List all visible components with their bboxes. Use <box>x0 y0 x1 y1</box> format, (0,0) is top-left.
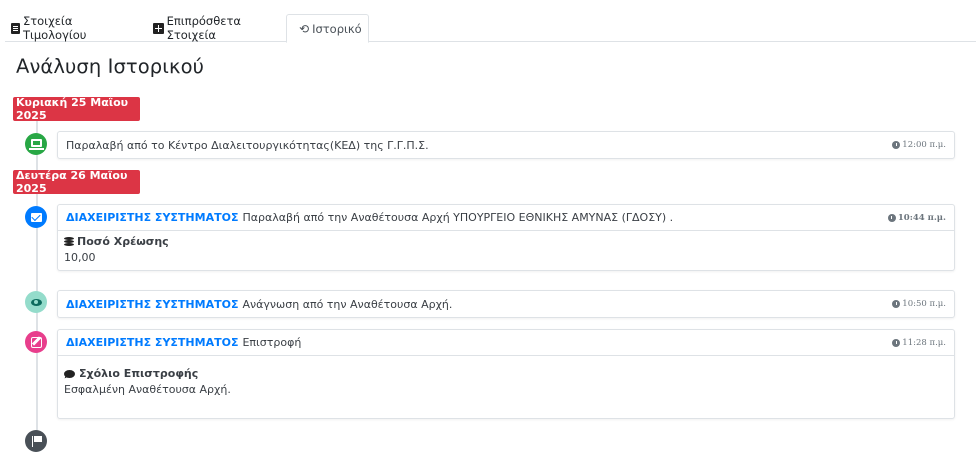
flag-icon <box>31 436 42 447</box>
timeline-end-marker <box>25 430 47 452</box>
event-time-text: 10:44 π.μ. <box>897 213 946 223</box>
tab-label: Ιστορικό <box>312 21 362 36</box>
event-marker <box>25 291 47 313</box>
edit-icon <box>30 336 42 348</box>
comment-icon <box>64 369 75 378</box>
event-time-text: 10:50 π.μ. <box>902 299 946 309</box>
event-marker <box>25 206 47 228</box>
page-title: Ανάλυση Ιστορικού <box>16 55 204 78</box>
event-header: ΔΙΑΧΕΙΡΙΣΤΗΣ ΣΥΣΤΗΜΑΤΟΣ Παραλαβή από την… <box>58 205 954 231</box>
event-time: 10:44 π.μ. <box>887 205 946 231</box>
clock-icon <box>892 141 901 149</box>
date-badge: Δευτέρα 26 Μαΐου 2025 <box>13 169 140 195</box>
timeline-event-card: ΔΙΑΧΕΙΡΙΣΤΗΣ ΣΥΣΤΗΜΑΤΟΣ Ανάγνωση από την… <box>57 290 955 318</box>
actor-link[interactable]: ΔΙΑΧΕΙΡΙΣΤΗΣ ΣΥΣΤΗΜΑΤΟΣ <box>66 211 238 224</box>
event-text: Ανάγνωση από την Αναθέτουσα Αρχή. <box>242 297 453 311</box>
laptop-icon <box>28 139 44 150</box>
event-header: ΔΙΑΧΕΙΡΙΣΤΗΣ ΣΥΣΤΗΜΑΤΟΣ Ανάγνωση από την… <box>58 291 954 317</box>
document-icon <box>11 22 20 34</box>
detail-value: 10,00 <box>64 251 96 264</box>
timeline-line <box>36 120 38 438</box>
envelope-open-icon <box>30 212 42 222</box>
event-header: ΔΙΑΧΕΙΡΙΣΤΗΣ ΣΥΣΤΗΜΑΤΟΣ Επιστροφή 11:28 … <box>58 330 954 356</box>
detail-value: Εσφαλμένη Αναθέτουσα Αρχή. <box>64 383 231 396</box>
coins-icon <box>64 237 74 246</box>
tab-label: Επιπρόσθετα Στοιχεία <box>166 14 241 42</box>
event-marker <box>25 331 47 353</box>
event-text: Παραλαβή από το Κέντρο Διαλειτουργικότητ… <box>66 138 429 152</box>
clock-icon <box>887 214 896 222</box>
tab-label: Στοιχεία Τιμολογίου <box>22 14 87 42</box>
eye-icon <box>30 298 42 306</box>
event-body: Σχόλιο Επιστροφής Εσφαλμένη Αναθέτουσα Α… <box>58 356 954 400</box>
event-time-text: 11:28 π.μ. <box>902 338 946 348</box>
event-time: 11:28 π.μ. <box>892 330 946 356</box>
date-badge: Κυριακή 25 Μαΐου 2025 <box>13 96 140 122</box>
event-text: Παραλαβή από την Αναθέτουσα Αρχή ΥΠΟΥΡΓΕ… <box>242 211 674 224</box>
tab-invoice-details[interactable]: Στοιχεία Τιμολογίου <box>7 14 139 42</box>
history-icon: ⟲ <box>299 21 310 36</box>
tab-history[interactable]: ⟲ Ιστορικό <box>286 14 369 43</box>
event-time-text: 12:00 π.μ. <box>902 140 946 150</box>
actor-link[interactable]: ΔΙΑΧΕΙΡΙΣΤΗΣ ΣΥΣΤΗΜΑΤΟΣ <box>66 298 238 311</box>
plus-square-icon <box>153 22 164 34</box>
timeline-event-card: Παραλαβή από το Κέντρο Διαλειτουργικότητ… <box>57 131 955 159</box>
detail-label-text: Ποσό Χρέωσης <box>77 235 169 248</box>
actor-link[interactable]: ΔΙΑΧΕΙΡΙΣΤΗΣ ΣΥΣΤΗΜΑΤΟΣ <box>66 336 238 349</box>
event-time: 12:00 π.μ. <box>892 132 946 158</box>
event-marker <box>25 133 47 155</box>
detail-label-text: Σχόλιο Επιστροφής <box>79 367 199 380</box>
tab-bar: Στοιχεία Τιμολογίου Επιπρόσθετα Στοιχεία… <box>5 14 976 43</box>
clock-icon <box>892 339 901 347</box>
detail-label: Ποσό Χρέωσης <box>64 235 948 248</box>
event-header: Παραλαβή από το Κέντρο Διαλειτουργικότητ… <box>58 132 954 158</box>
event-text: Επιστροφή <box>242 336 302 349</box>
timeline-event-card: ΔΙΑΧΕΙΡΙΣΤΗΣ ΣΥΣΤΗΜΑΤΟΣ Επιστροφή 11:28 … <box>57 329 955 419</box>
tab-additional-details[interactable]: Επιπρόσθετα Στοιχεία <box>149 14 289 42</box>
detail-label: Σχόλιο Επιστροφής <box>64 367 948 380</box>
timeline-event-card: ΔΙΑΧΕΙΡΙΣΤΗΣ ΣΥΣΤΗΜΑΤΟΣ Παραλαβή από την… <box>57 204 955 271</box>
event-time: 10:50 π.μ. <box>892 291 946 317</box>
event-body: Ποσό Χρέωσης 10,00 <box>58 231 954 268</box>
clock-icon <box>892 300 901 308</box>
